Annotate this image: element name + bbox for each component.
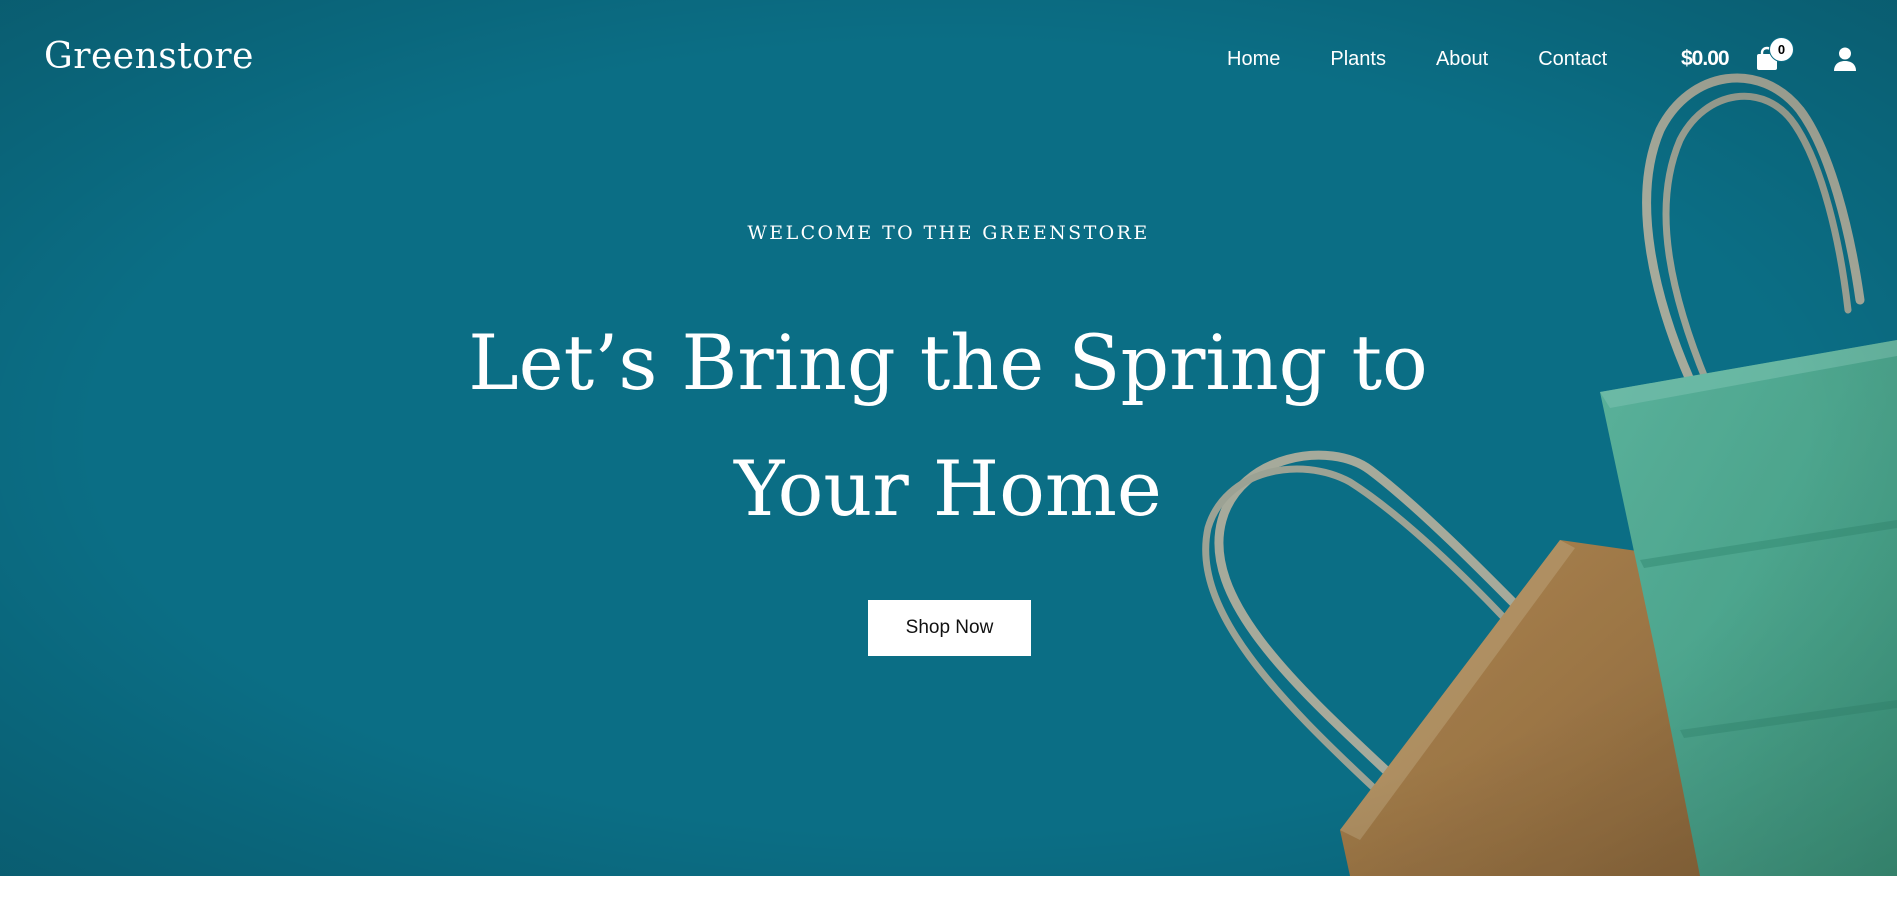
cart-total[interactable]: $0.00 [1681,47,1730,71]
site-header: Greenstore Home Plants About Contact $0.… [0,0,1897,120]
main-nav: Home Plants About Contact [1227,48,1657,71]
cart-count-badge: 0 [1769,37,1794,62]
hero-headline: Let’s Bring the Spring to Your Home [448,300,1448,552]
nav-item-about[interactable]: About [1436,48,1488,71]
user-icon[interactable] [1833,46,1857,72]
hero-eyebrow: WELCOME TO THE GREENSTORE [747,222,1150,244]
brand-logo[interactable]: Greenstore [44,36,254,77]
nav-item-contact[interactable]: Contact [1538,48,1607,71]
nav-item-plants[interactable]: Plants [1330,48,1386,71]
shop-now-button[interactable]: Shop Now [868,600,1031,656]
hero-headline-line-1: Let’s Bring the Spring to [468,318,1428,407]
hero-headline-line-2: Your Home [734,444,1162,533]
nav-item-home[interactable]: Home [1227,48,1280,71]
